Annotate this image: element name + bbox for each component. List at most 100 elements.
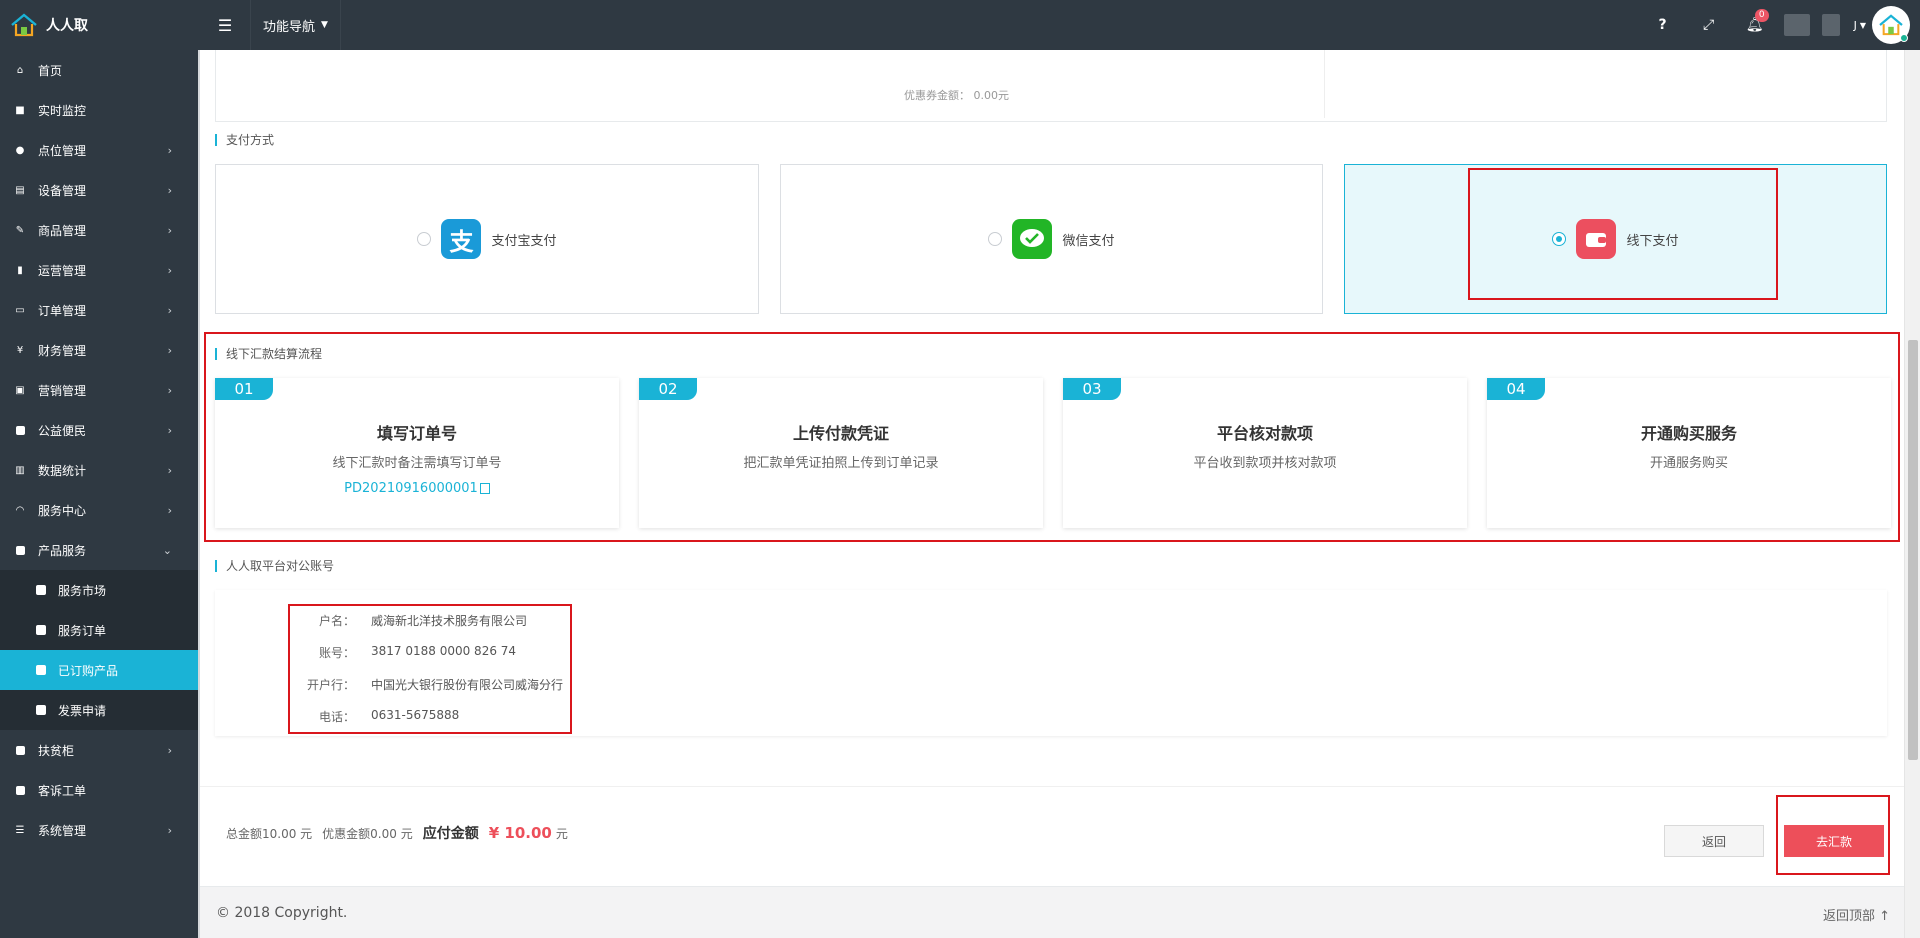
sidebar-item-welfare[interactable]: 公益便民 ›	[0, 410, 198, 450]
sidebar-item-home[interactable]: ⌂ 首页	[0, 50, 198, 90]
account-value: 中国光大银行股份有限公司威海分行	[371, 678, 564, 692]
notification-badge: 0	[1754, 9, 1769, 22]
amount-unit: 元	[555, 827, 568, 841]
account-value: 3817 0188 0000 826 74	[371, 644, 517, 658]
payable-label: 应付金额	[422, 826, 479, 842]
sidebar-item-complaints[interactable]: 客诉工单	[0, 770, 198, 810]
user-avatar[interactable]	[1872, 6, 1910, 44]
sidebar-item-system[interactable]: ☰ 系统管理 ›	[0, 810, 198, 850]
chevron-right-icon: ›	[167, 143, 172, 157]
sidebar-item-label: 点位管理	[38, 143, 87, 158]
sidebar-subitem-service-orders[interactable]: 服务订单	[0, 610, 198, 650]
account-row: 电话： 0631-5675888	[291, 708, 591, 725]
sidebar-item-product-service[interactable]: 产品服务 ⌄	[0, 530, 198, 570]
top-bar: 人人取 ☰ 功能导航 ▼ ? ⤢ 🔔︎ 0 J ▼	[0, 0, 1920, 50]
step-card: 02 上传付款凭证 把汇款单凭证拍照上传到订单记录	[639, 378, 1043, 528]
account-row: 户名： 威海新北洋技术服务有限公司	[291, 612, 591, 629]
sidebar-item-goods[interactable]: ✎ 商品管理 ›	[0, 210, 198, 250]
step-number: 04	[1487, 378, 1545, 400]
device-icon: ▤	[15, 184, 25, 196]
gift-icon: ▣	[15, 384, 25, 396]
account-section-title: 人人取平台对公账号	[215, 560, 334, 572]
remit-button[interactable]: 去汇款	[1784, 825, 1884, 857]
scrollbar-thumb[interactable]	[1908, 340, 1918, 760]
user-menu-label[interactable]: J	[1854, 19, 1857, 32]
step-title: 开通购买服务	[1640, 424, 1737, 443]
order-number-link[interactable]: PD20210916000001	[344, 481, 490, 496]
function-nav-dropdown[interactable]: 功能导航 ▼	[250, 0, 341, 50]
back-to-top-link[interactable]: 返回顶部 ↑	[1823, 905, 1890, 924]
payment-option-label: 线下支付	[1626, 233, 1679, 249]
sidebar-item-service-center[interactable]: ◠ 服务中心 ›	[0, 490, 198, 530]
sidebar-item-label: 扶贫柜	[38, 743, 75, 758]
arrow-up-icon: ↑	[1879, 909, 1890, 924]
app-name: 人人取	[46, 18, 88, 34]
sidebar-item-label: 首页	[38, 63, 63, 78]
payable-amount: ¥ 10.00	[488, 824, 552, 842]
list-icon: ☰	[15, 824, 25, 836]
process-section-title: 线下汇款结算流程	[215, 348, 322, 360]
sidebar-item-finance[interactable]: ¥ 财务管理 ›	[0, 330, 198, 370]
square-icon	[36, 665, 46, 675]
sidebar-subitem-purchased-products[interactable]: 已订购产品	[0, 650, 198, 690]
sidebar-item-label: 实时监控	[38, 103, 87, 118]
page-footer: © 2018 Copyright. 返回顶部 ↑	[200, 886, 1904, 938]
sidebar-item-poverty-cabinet[interactable]: 扶贫柜 ›	[0, 730, 198, 770]
sidebar-item-marketing[interactable]: ▣ 营销管理 ›	[0, 370, 198, 410]
sidebar-subitem-label: 已订购产品	[58, 663, 119, 678]
payment-option-wechat[interactable]: 微信支付	[780, 164, 1323, 314]
step-title: 上传付款凭证	[792, 424, 889, 443]
sidebar-item-location[interactable]: ● 点位管理 ›	[0, 130, 198, 170]
sidebar-item-statistics[interactable]: ▥ 数据统计 ›	[0, 450, 198, 490]
square-icon	[14, 424, 26, 436]
account-key: 户名：	[318, 614, 355, 628]
blurred-avatar-1	[1783, 14, 1810, 36]
step-card: 03 平台核对款项 平台收到款项并核对款项	[1063, 378, 1467, 528]
payment-option-label: 微信支付	[1062, 233, 1115, 249]
scrollbar[interactable]	[1904, 50, 1920, 938]
video-icon: ■	[15, 104, 25, 116]
main-content: 优惠券金额： 0.00元 支付方式 支 支付宝支付 微信支付 线下支付 线下汇款…	[200, 50, 1904, 938]
sidebar-item-label: 公益便民	[38, 423, 87, 438]
sidebar-submenu: 服务市场 服务订单 已订购产品 发票申请	[0, 570, 198, 730]
step-title: 填写订单号	[376, 424, 457, 443]
payment-option-alipay[interactable]: 支 支付宝支付	[215, 164, 759, 314]
step-number: 02	[639, 378, 697, 400]
sidebar-subitem-invoice[interactable]: 发票申请	[0, 690, 198, 730]
sidebar-item-operation[interactable]: ▮ 运营管理 ›	[0, 250, 198, 290]
payment-option-offline[interactable]: 线下支付	[1344, 164, 1887, 314]
wechat-radio[interactable]	[988, 232, 1003, 246]
sidebar-item-monitor[interactable]: ■ 实时监控	[0, 90, 198, 130]
notification-button[interactable]: 🔔︎ 0	[1732, 0, 1778, 50]
account-card: 户名： 威海新北洋技术服务有限公司 账号： 3817 0188 0000 826…	[215, 590, 1887, 736]
payment-option-label: 支付宝支付	[491, 233, 557, 249]
bookmark-icon: ▮	[17, 264, 23, 276]
list-icon: ▭	[15, 304, 25, 316]
copyright-text: © 2018 Copyright.	[216, 905, 348, 921]
card-divider	[1324, 50, 1325, 118]
sidebar-item-orders[interactable]: ▭ 订单管理 ›	[0, 290, 198, 330]
chevron-right-icon: ›	[167, 463, 172, 477]
account-key: 开户行：	[306, 678, 355, 692]
yen-icon: ¥	[16, 344, 24, 356]
offline-radio[interactable]	[1552, 232, 1567, 246]
order-summary-card: 优惠券金额： 0.00元	[215, 50, 1887, 122]
sidebar-subitem-service-market[interactable]: 服务市场	[0, 570, 198, 610]
help-button[interactable]: ?	[1640, 0, 1686, 50]
sidebar-item-device[interactable]: ▤ 设备管理 ›	[0, 170, 198, 210]
fullscreen-button[interactable]: ⤢	[1686, 0, 1732, 50]
square-icon	[14, 544, 26, 556]
menu-toggle-button[interactable]: ☰	[200, 0, 250, 50]
caret-down-icon: ▼	[1859, 20, 1866, 30]
account-key: 电话：	[318, 710, 355, 724]
app-logo[interactable]: 人人取	[0, 0, 200, 50]
step-title: 平台核对款项	[1216, 424, 1313, 443]
sidebar-subitem-label: 发票申请	[58, 703, 107, 718]
back-button[interactable]: 返回	[1664, 825, 1764, 857]
chevron-right-icon: ›	[167, 303, 172, 317]
coupon-amount-text: 优惠券金额： 0.00元	[904, 89, 1009, 102]
alipay-radio[interactable]	[417, 232, 432, 246]
function-nav-label: 功能导航	[263, 19, 316, 35]
account-value: 威海新北洋技术服务有限公司	[371, 614, 528, 628]
copy-icon[interactable]	[479, 483, 490, 494]
